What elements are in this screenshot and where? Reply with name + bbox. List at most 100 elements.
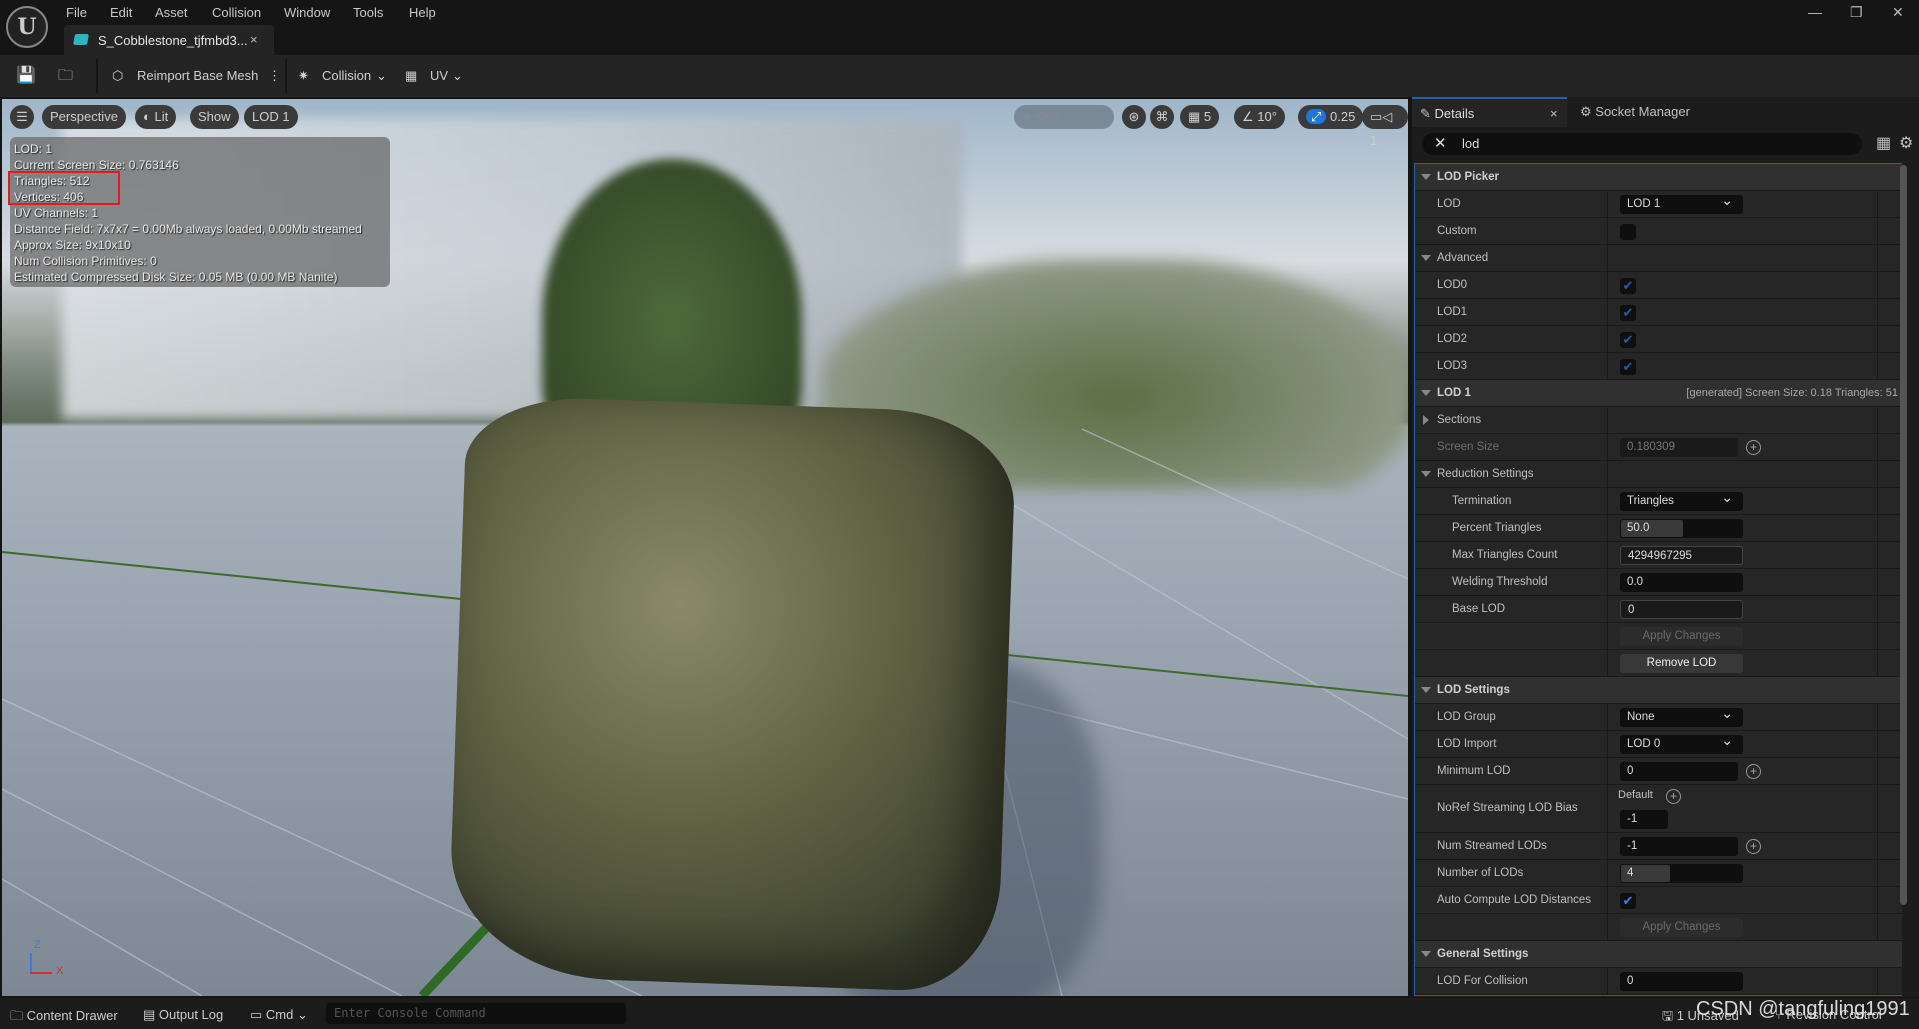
minimum-lod-input[interactable]: 0 bbox=[1620, 762, 1738, 781]
uv-dropdown[interactable]: UV bbox=[430, 68, 448, 83]
termination-dropdown[interactable]: Triangles bbox=[1620, 488, 1743, 511]
section-lod-1[interactable]: LOD 1 [generated] Screen Size: 0.18 Trian… bbox=[1415, 380, 1902, 407]
lod-for-collision-input[interactable]: 0 bbox=[1620, 972, 1743, 991]
collapse-arrow-icon[interactable] bbox=[1421, 390, 1431, 396]
add-override-icon[interactable]: + bbox=[1746, 839, 1761, 854]
details-scrollbar[interactable] bbox=[1900, 165, 1907, 905]
console-input[interactable]: Enter Console Command bbox=[326, 1003, 626, 1024]
property-value: 0 bbox=[1608, 968, 1878, 994]
section-general-settings[interactable]: General Settings bbox=[1415, 941, 1902, 968]
menu-file[interactable]: File bbox=[66, 5, 87, 20]
apply-changes-button[interactable]: Apply Changes bbox=[1620, 918, 1743, 937]
transform-tools[interactable]: ➤ ✥ ⟳ ⤢ bbox=[1014, 105, 1114, 129]
static-mesh-icon bbox=[73, 34, 89, 45]
base-lod-input[interactable]: 0 bbox=[1620, 600, 1743, 619]
menu-edit[interactable]: Edit bbox=[110, 5, 132, 20]
property-value: ✔ bbox=[1608, 272, 1878, 298]
expand-arrow-icon[interactable] bbox=[1423, 415, 1429, 425]
surface-snap-icon[interactable]: ⌘ bbox=[1150, 105, 1174, 129]
show-button[interactable]: Show bbox=[190, 105, 239, 129]
noref-bias-input[interactable]: -1 bbox=[1620, 810, 1668, 829]
grid-snap-button[interactable]: ▦ 5 bbox=[1180, 105, 1220, 129]
settings-gear-icon[interactable]: ⚙ bbox=[1899, 133, 1913, 153]
stat-collision-primitives: Num Collision Primitives: 0 bbox=[14, 254, 157, 268]
collapse-arrow-icon[interactable] bbox=[1421, 471, 1431, 477]
collapse-arrow-icon[interactable] bbox=[1421, 951, 1431, 957]
search-input[interactable]: ✕ lod bbox=[1422, 133, 1862, 155]
close-window-button[interactable]: ✕ bbox=[1892, 4, 1904, 21]
property-row-reduction-settings[interactable]: Reduction Settings bbox=[1415, 461, 1902, 488]
camera-speed-button[interactable]: ▭◁ 1 bbox=[1362, 105, 1408, 148]
cobblestone-mesh[interactable] bbox=[447, 394, 1017, 994]
property-value: ✔ bbox=[1608, 887, 1878, 913]
unreal-logo[interactable]: U bbox=[6, 6, 48, 48]
viewport-menu-icon[interactable]: ☰ bbox=[10, 105, 34, 129]
restore-button[interactable]: ❐ bbox=[1850, 4, 1863, 21]
percent-triangles-input[interactable]: 50.0 bbox=[1620, 519, 1743, 538]
property-value: Remove LOD bbox=[1608, 650, 1878, 676]
close-tab-icon[interactable]: × bbox=[250, 32, 258, 47]
menu-collision[interactable]: Collision bbox=[212, 5, 261, 20]
max-triangles-count-input[interactable]: 4294967295 bbox=[1620, 546, 1743, 565]
property-row-advanced[interactable]: Advanced bbox=[1415, 245, 1902, 272]
local-world-icon[interactable]: ⊛ bbox=[1122, 105, 1146, 129]
section-lod-settings[interactable]: LOD Settings bbox=[1415, 677, 1902, 704]
remove-lod-button[interactable]: Remove LOD bbox=[1620, 654, 1743, 673]
collapse-arrow-icon[interactable] bbox=[1421, 687, 1431, 693]
clear-search-icon[interactable]: ✕ bbox=[1434, 133, 1447, 155]
viewport[interactable]: ☰ Perspective ◐ Lit Show LOD 1 ➤ ✥ ⟳ ⤢ ⊛… bbox=[2, 99, 1408, 996]
welding-threshold-input[interactable]: 0.0 bbox=[1620, 573, 1743, 592]
output-log-button[interactable]: ▤ Output Log bbox=[143, 1007, 223, 1023]
property-label: Custom bbox=[1415, 218, 1608, 244]
property-value bbox=[1608, 218, 1878, 244]
checkbox[interactable]: ✔ bbox=[1620, 359, 1636, 375]
collision-dropdown[interactable]: Collision bbox=[322, 68, 371, 83]
checkbox[interactable]: ✔ bbox=[1620, 893, 1636, 909]
reimport-base-mesh-button[interactable]: Reimport Base Mesh bbox=[137, 68, 258, 83]
num-streamed-lods-input[interactable]: -1 bbox=[1620, 837, 1738, 856]
scale-snap-button[interactable]: ⤢ 0.25 bbox=[1298, 105, 1364, 129]
more-options-icon[interactable]: ⋮ bbox=[268, 68, 281, 84]
apply-changes-button[interactable]: Apply Changes bbox=[1620, 627, 1743, 646]
add-override-icon[interactable]: + bbox=[1666, 789, 1681, 804]
section-lod-picker[interactable]: LOD Picker bbox=[1415, 164, 1902, 191]
tab-details[interactable]: ✎ Details × bbox=[1412, 97, 1567, 127]
number-of-lods-input[interactable]: 4 bbox=[1620, 864, 1743, 883]
property-label: Termination bbox=[1415, 488, 1608, 514]
menu-asset[interactable]: Asset bbox=[155, 5, 188, 20]
checkbox[interactable]: ✔ bbox=[1620, 278, 1636, 294]
save-icon[interactable]: 💾 bbox=[16, 65, 36, 85]
rotation-snap-button[interactable]: ∠ 10° bbox=[1234, 105, 1285, 129]
property-label bbox=[1415, 914, 1608, 940]
checkbox[interactable] bbox=[1620, 224, 1636, 240]
add-override-icon[interactable]: + bbox=[1746, 764, 1761, 779]
lod-dropdown[interactable]: LOD 1 bbox=[1620, 191, 1743, 214]
menu-tools[interactable]: Tools bbox=[353, 5, 383, 20]
menu-help[interactable]: Help bbox=[409, 5, 436, 20]
lod-group-dropdown[interactable]: None bbox=[1620, 704, 1743, 727]
collapse-arrow-icon[interactable] bbox=[1421, 255, 1431, 261]
property-row-lod2: LOD2 ✔ bbox=[1415, 326, 1902, 353]
property-row-lod-group: LOD Group None bbox=[1415, 704, 1902, 731]
cmd-dropdown[interactable]: ▭ Cmd ⌄ bbox=[250, 1007, 308, 1023]
property-row-sections[interactable]: Sections bbox=[1415, 407, 1902, 434]
asset-tab[interactable]: S_Cobblestone_tjfmbd3... × bbox=[64, 25, 274, 55]
close-tab-icon[interactable]: × bbox=[1550, 99, 1558, 129]
checkbox[interactable]: ✔ bbox=[1620, 305, 1636, 321]
screen-size-input[interactable]: 0.180309 bbox=[1620, 438, 1738, 457]
perspective-button[interactable]: Perspective bbox=[42, 105, 126, 129]
browse-asset-icon[interactable]: 🗀 bbox=[58, 65, 73, 90]
property-matrix-icon[interactable]: ▦ bbox=[1876, 133, 1891, 153]
minimize-button[interactable]: — bbox=[1808, 4, 1822, 20]
lod-button[interactable]: LOD 1 bbox=[244, 105, 298, 129]
checkbox[interactable]: ✔ bbox=[1620, 332, 1636, 348]
menu-window[interactable]: Window bbox=[284, 5, 330, 20]
collapse-arrow-icon[interactable] bbox=[1421, 174, 1431, 180]
lod-import-dropdown[interactable]: LOD 0 bbox=[1620, 731, 1743, 754]
property-label bbox=[1415, 650, 1608, 676]
add-override-icon[interactable]: + bbox=[1746, 440, 1761, 455]
tab-socket-manager[interactable]: ⚙ Socket Manager bbox=[1580, 97, 1690, 127]
content-drawer-button[interactable]: 🗀 Content Drawer bbox=[10, 1007, 118, 1029]
rotation-snap-value: 10° bbox=[1257, 109, 1277, 124]
lit-button[interactable]: ◐ Lit bbox=[135, 105, 177, 129]
